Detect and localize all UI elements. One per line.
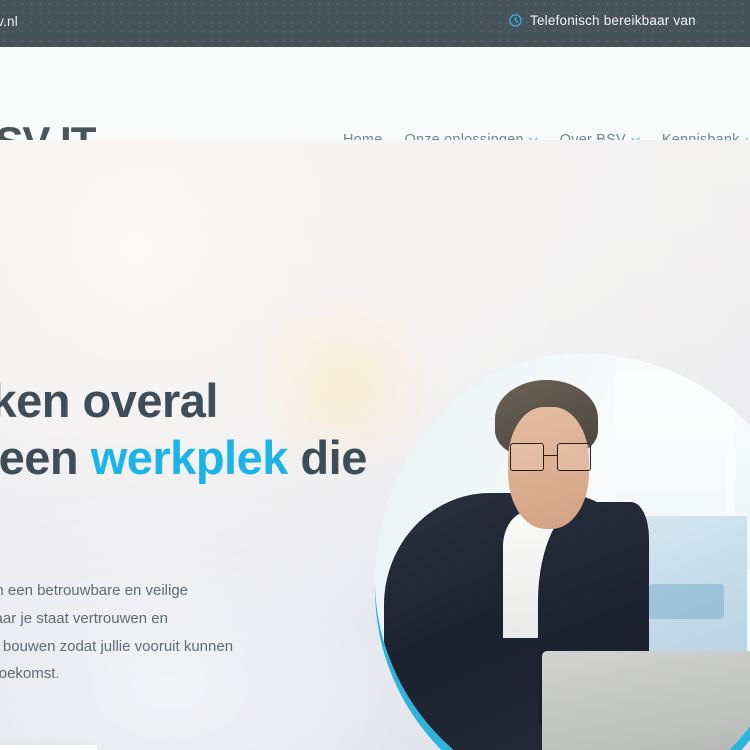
- hero-description-line-3: waar je op kunt bouwen zodat jullie voor…: [0, 637, 234, 655]
- hero-photo: [375, 353, 750, 750]
- site-logo[interactable]: BSV IT: [0, 121, 96, 141]
- phone-hours-label: Telefonisch bereikbaar van: [530, 13, 696, 28]
- headline-line-1: Werken overal: [0, 374, 218, 427]
- nav-item-kennisbank[interactable]: Kennisbank: [662, 132, 750, 140]
- nav-item-home[interactable]: Home: [343, 132, 382, 140]
- hero-description: Wij bouwen aan een betrouwbare en veilig…: [0, 577, 233, 688]
- photo-man-glasses: [509, 443, 592, 471]
- headline-accent-word: werkplek: [90, 431, 289, 485]
- main-navigation-bar: BSV IT Home Onze oplossingen Over BSV Ke…: [0, 47, 750, 140]
- nav-item-label: Over BSV: [559, 132, 626, 140]
- hero-image-blob: [375, 353, 750, 750]
- headline-line-2-suffix: die: [287, 431, 367, 485]
- photo-laptop: [541, 651, 750, 750]
- photo-monitor: [640, 515, 748, 652]
- headline-line-2-prefix: met een: [0, 431, 79, 485]
- nav-item-label: Kennisbank: [661, 132, 740, 140]
- nav-item-over-bsv[interactable]: Over BSV: [560, 132, 640, 140]
- hero-section: Werken overal met een werkplek die Wij b…: [0, 140, 750, 750]
- clock-icon: [508, 13, 523, 28]
- nav-menu: Home Onze oplossingen Over BSV Kennisban…: [343, 132, 750, 140]
- email-link[interactable]: info@bsv.nl: [0, 14, 18, 29]
- phone-hours-info: Telefonisch bereikbaar van: [508, 13, 696, 28]
- page-title: Werken overal met een werkplek die: [0, 372, 367, 487]
- hero-description-line-4: kijken naar de toekomst.: [0, 665, 60, 683]
- nav-item-onze-oplossingen[interactable]: Onze oplossingen: [404, 132, 538, 140]
- nav-item-label: Onze oplossingen: [404, 132, 524, 140]
- top-utility-bar: info@bsv.nl Telefonisch bereikbaar van: [0, 0, 750, 47]
- contact-cta-button[interactable]: NEEM CONTACT OP: [0, 745, 97, 750]
- hero-description-line-2: IT-omgeving waar je staat vertrouwen en: [0, 609, 168, 627]
- nav-item-label: Home: [343, 132, 383, 140]
- hero-description-line-1: Wij bouwen aan een betrouwbare en veilig…: [0, 582, 189, 599]
